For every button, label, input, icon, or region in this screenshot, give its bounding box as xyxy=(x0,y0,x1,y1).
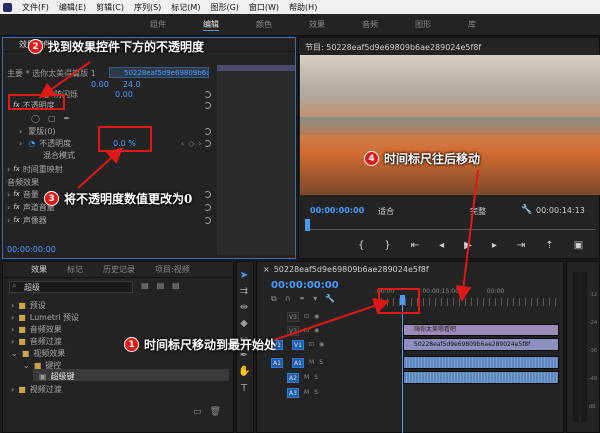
arrow-1 xyxy=(273,298,390,341)
arrow-4 xyxy=(455,169,479,302)
arrow-2 xyxy=(38,61,91,99)
arrow-3 xyxy=(77,147,123,189)
callout-1: 1 时间标尺移动到最开始处 xyxy=(124,336,276,353)
callout-3: 3 将不透明度数值更改为0 xyxy=(44,190,192,207)
annotation-arrows xyxy=(38,61,479,341)
callout-4: 4 时间标尺往后移动 xyxy=(364,150,480,167)
callout-2: 2 找到效果控件下方的不透明度 xyxy=(28,38,204,55)
